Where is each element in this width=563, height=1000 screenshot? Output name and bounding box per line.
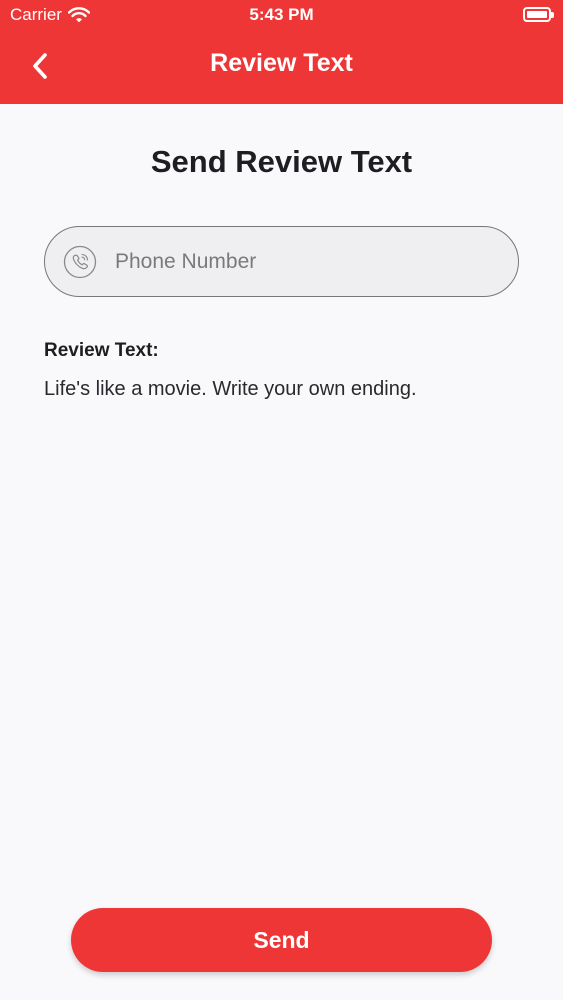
page-title: Send Review Text [150,144,413,179]
nav-bar: Carrier 5:43 PM Review Text [0,0,563,104]
send-button[interactable]: Send [71,908,492,972]
review-text-screen: Carrier 5:43 PM Review Text Send Review … [0,0,563,1000]
review-text-body: Life's like a movie. Write your own endi… [44,378,417,400]
status-bar: Carrier 5:43 PM [0,0,563,30]
phone-number-input[interactable] [115,241,485,282]
review-text-label: Review Text: [44,340,159,361]
battery-icon [523,7,554,22]
status-time: 5:43 PM [249,5,314,24]
phone-icon [63,245,97,278]
nav-title: Review Text [210,49,353,77]
phone-number-field[interactable] [44,226,519,297]
